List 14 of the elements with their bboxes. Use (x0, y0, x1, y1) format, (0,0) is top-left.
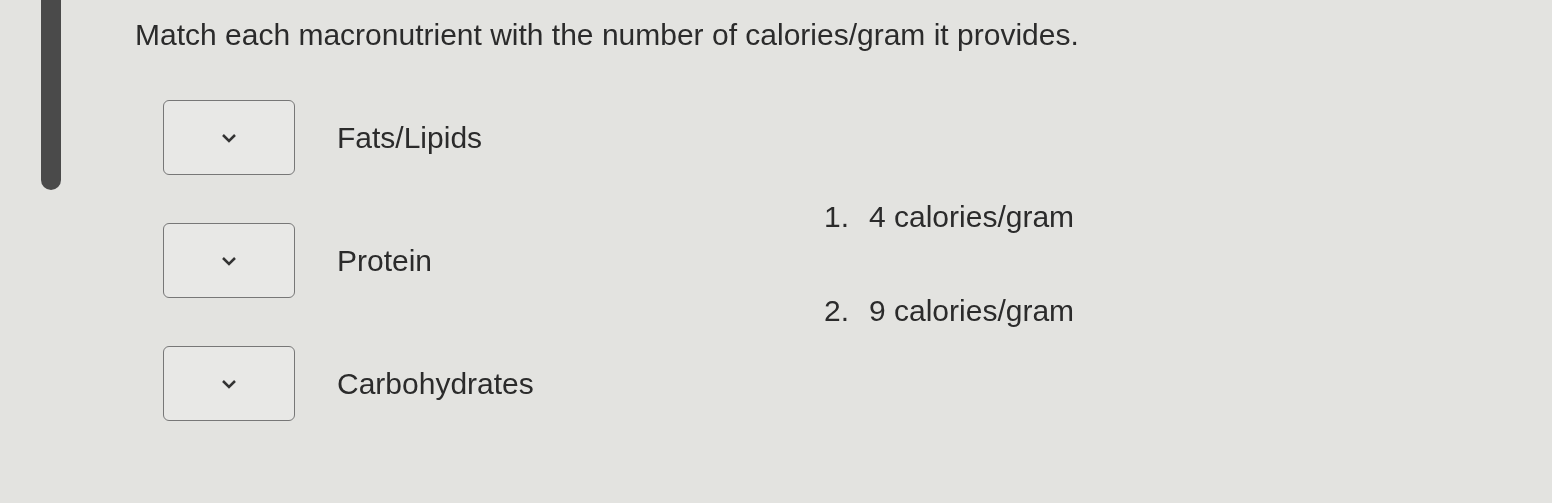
answer-dropdown[interactable] (163, 223, 295, 298)
question-text: Match each macronutrient with the number of calories/gram it provides. (135, 18, 1080, 52)
chevron-icon (221, 132, 237, 143)
item-label: Carbohydrates (337, 366, 534, 401)
chevron-icon (221, 378, 237, 389)
item-label: Fats/Lipids (337, 120, 483, 155)
item-label: Protein (337, 243, 433, 278)
option-text: 4 calories/gram (869, 200, 1075, 234)
option-text: 9 calories/gram (869, 294, 1075, 328)
list-number: 1. (822, 200, 849, 234)
answer-dropdown[interactable] (163, 346, 295, 421)
chevron-icon (221, 255, 237, 266)
list-number: 2. (822, 294, 849, 328)
answer-dropdown[interactable] (163, 100, 295, 175)
